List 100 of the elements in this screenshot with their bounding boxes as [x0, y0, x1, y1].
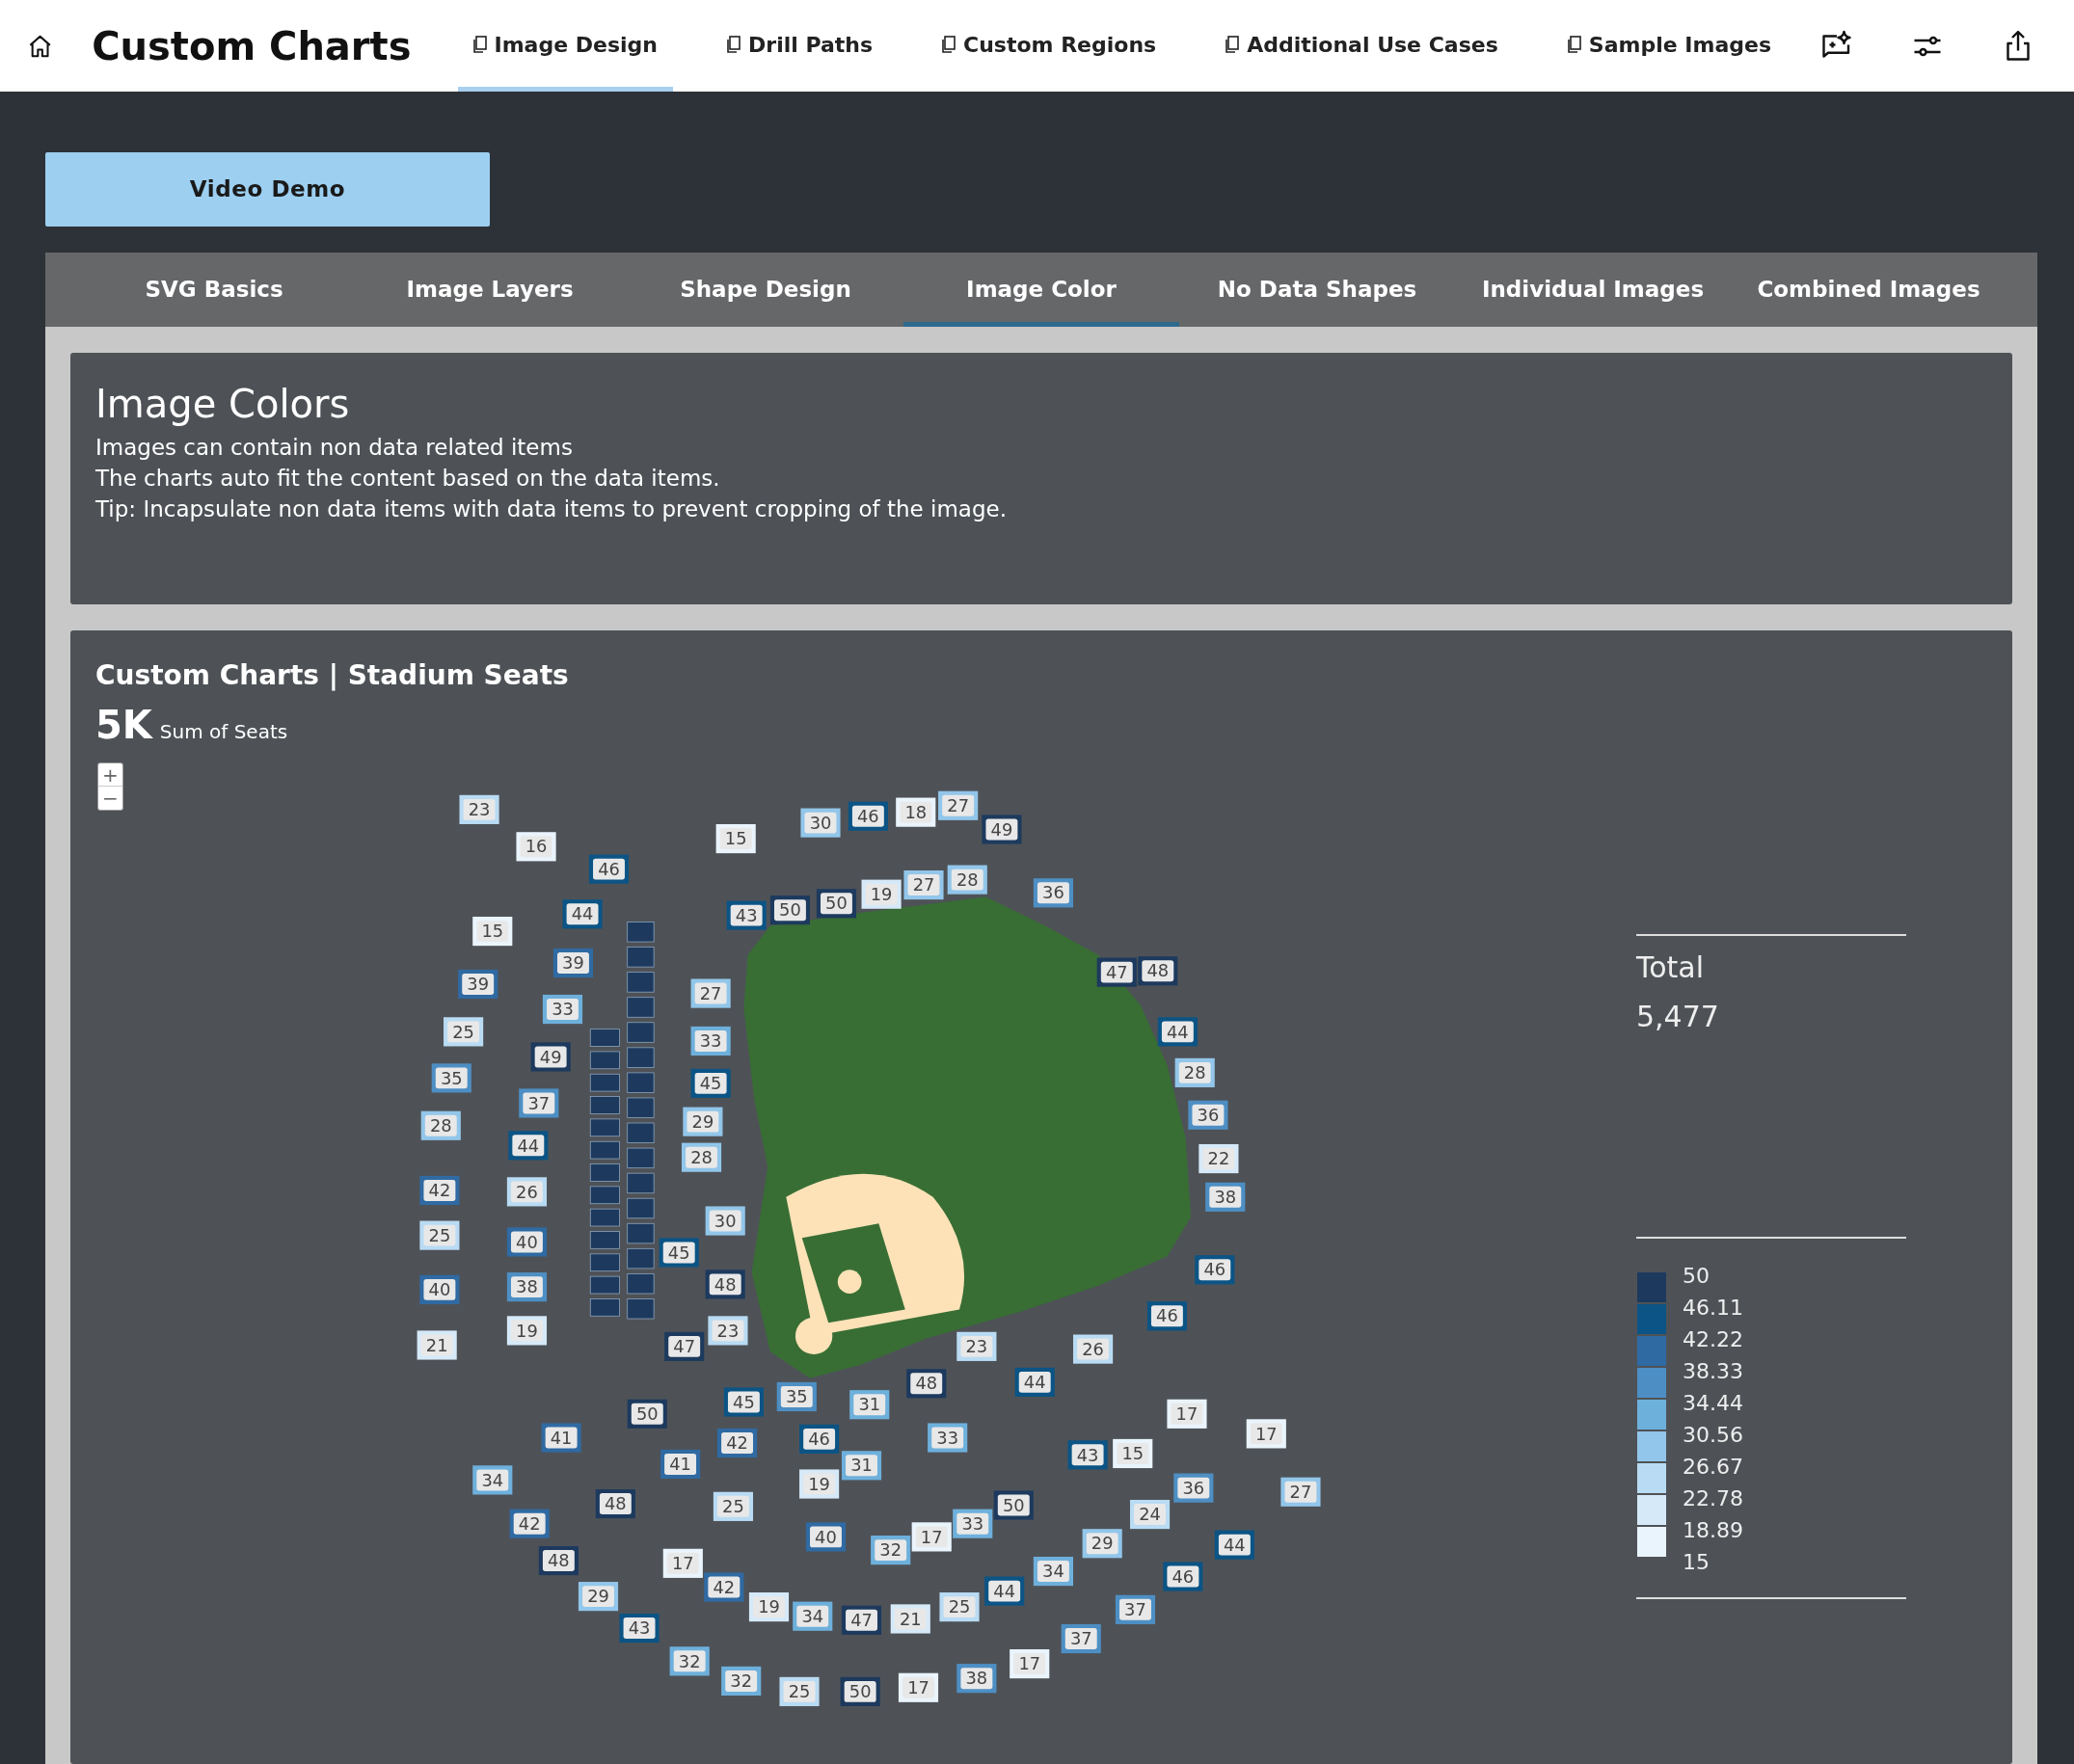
- seat-section[interactable]: 28: [947, 865, 987, 895]
- seat-section[interactable]: 48: [906, 1369, 947, 1399]
- seat-block[interactable]: [589, 1096, 620, 1114]
- seat-section[interactable]: 17: [1010, 1649, 1050, 1679]
- seat-section[interactable]: 39: [458, 969, 498, 1000]
- seat-section[interactable]: 28: [681, 1142, 722, 1172]
- seat-section[interactable]: 35: [776, 1381, 817, 1412]
- seat-section[interactable]: 43: [726, 900, 767, 930]
- seat-section[interactable]: 17: [898, 1672, 939, 1702]
- seat-section[interactable]: 17: [911, 1522, 952, 1552]
- seat-section[interactable]: 36: [1188, 1100, 1228, 1130]
- seat-section[interactable]: 48: [595, 1489, 635, 1519]
- seat-section[interactable]: 31: [849, 1390, 890, 1420]
- seat-section[interactable]: 25: [419, 1220, 460, 1250]
- seat-block[interactable]: [627, 922, 655, 943]
- seat-section[interactable]: 44: [1214, 1530, 1254, 1560]
- seat-block[interactable]: [627, 1197, 655, 1219]
- seat-section[interactable]: 19: [861, 879, 902, 909]
- seat-section[interactable]: 48: [1138, 956, 1178, 986]
- seat-section[interactable]: 47: [841, 1605, 882, 1635]
- seat-section[interactable]: 42: [509, 1509, 550, 1538]
- seat-section[interactable]: 38: [506, 1272, 547, 1302]
- seat-section[interactable]: 25: [939, 1592, 980, 1622]
- seat-section[interactable]: 45: [659, 1238, 699, 1268]
- seat-section[interactable]: 30: [800, 808, 841, 838]
- seat-section[interactable]: 47: [664, 1331, 705, 1361]
- seat-section[interactable]: 23: [708, 1316, 748, 1346]
- seat-section[interactable]: 31: [841, 1451, 882, 1481]
- seat-section[interactable]: 37: [1115, 1594, 1156, 1624]
- seat-section[interactable]: 49: [982, 815, 1022, 844]
- seat-section[interactable]: 17: [662, 1548, 703, 1578]
- seat-section[interactable]: 21: [890, 1604, 930, 1634]
- seat-section[interactable]: 45: [723, 1387, 764, 1417]
- seat-section[interactable]: 35: [431, 1063, 471, 1093]
- seat-section[interactable]: 18: [896, 797, 936, 827]
- seat-section[interactable]: 46: [799, 1424, 840, 1454]
- seat-section[interactable]: 34: [472, 1465, 513, 1495]
- seat-section[interactable]: 50: [769, 895, 810, 925]
- seat-section[interactable]: 26: [1073, 1334, 1114, 1364]
- seat-section[interactable]: 34: [793, 1601, 833, 1631]
- seat-block[interactable]: [627, 947, 655, 968]
- seat-section[interactable]: 15: [1113, 1438, 1153, 1469]
- seat-block[interactable]: [627, 1147, 655, 1169]
- seat-section[interactable]: 19: [799, 1469, 840, 1499]
- video-demo-button[interactable]: Video Demo: [45, 152, 490, 227]
- seat-section[interactable]: 42: [419, 1175, 460, 1206]
- seat-block[interactable]: [627, 972, 655, 993]
- seat-section[interactable]: 26: [506, 1177, 547, 1207]
- seat-section[interactable]: 17: [1167, 1399, 1207, 1429]
- seat-section[interactable]: 44: [1014, 1367, 1055, 1397]
- seat-section[interactable]: 38: [1205, 1182, 1246, 1212]
- seat-section[interactable]: 36: [1173, 1473, 1214, 1503]
- tab[interactable]: Combined Images: [1731, 253, 2007, 327]
- tab[interactable]: Shape Design: [628, 253, 903, 327]
- zoom-out-button[interactable]: −: [98, 787, 122, 810]
- seat-section[interactable]: 33: [953, 1509, 993, 1538]
- seat-section[interactable]: 37: [519, 1088, 559, 1118]
- seat-section[interactable]: 33: [928, 1423, 968, 1453]
- seat-section[interactable]: 42: [704, 1572, 744, 1602]
- seat-section[interactable]: 25: [444, 1017, 484, 1047]
- seat-section[interactable]: 46: [588, 854, 630, 884]
- seat-section[interactable]: 32: [721, 1666, 762, 1696]
- nav-link[interactable]: Drill Paths: [712, 0, 889, 92]
- seat-section[interactable]: 50: [993, 1490, 1034, 1520]
- nav-link[interactable]: Custom Regions: [927, 0, 1172, 92]
- seat-section[interactable]: 46: [1146, 1301, 1187, 1331]
- seat-section[interactable]: 21: [417, 1330, 457, 1360]
- seat-section[interactable]: 33: [690, 1026, 731, 1056]
- seat-section[interactable]: 19: [748, 1592, 790, 1622]
- seat-section[interactable]: 30: [705, 1206, 745, 1236]
- seat-section[interactable]: 32: [871, 1536, 911, 1565]
- seat-section[interactable]: 50: [627, 1399, 667, 1429]
- seat-block[interactable]: [627, 1172, 655, 1194]
- tab[interactable]: No Data Shapes: [1179, 253, 1455, 327]
- seat-section[interactable]: 48: [538, 1546, 579, 1576]
- tab[interactable]: SVG Basics: [76, 253, 352, 327]
- seat-section[interactable]: 22: [1199, 1143, 1239, 1174]
- seat-block[interactable]: [627, 997, 655, 1018]
- seat-section[interactable]: 42: [717, 1428, 758, 1458]
- seat-section[interactable]: 27: [1280, 1477, 1321, 1507]
- seat-section[interactable]: 44: [1157, 1017, 1198, 1047]
- seat-section[interactable]: 46: [1195, 1255, 1235, 1285]
- zoom-in-button[interactable]: +: [98, 763, 122, 787]
- seat-section[interactable]: 44: [508, 1131, 549, 1161]
- seat-section[interactable]: 46: [848, 801, 888, 831]
- seat-section[interactable]: 15: [715, 824, 756, 854]
- seat-block[interactable]: [589, 1208, 620, 1227]
- seat-block[interactable]: [589, 1051, 620, 1070]
- seat-block[interactable]: [627, 1222, 655, 1244]
- tab[interactable]: Individual Images: [1455, 253, 1731, 327]
- nav-link[interactable]: Sample Images: [1551, 0, 1787, 92]
- seat-section[interactable]: 23: [956, 1331, 997, 1361]
- seat-section[interactable]: 41: [660, 1449, 701, 1480]
- seat-section[interactable]: 23: [459, 794, 499, 824]
- seat-block[interactable]: [627, 1072, 655, 1093]
- seat-section[interactable]: 24: [1130, 1500, 1171, 1530]
- seat-block[interactable]: [589, 1073, 620, 1092]
- seat-section[interactable]: 47: [1096, 957, 1137, 987]
- seat-section[interactable]: 28: [420, 1110, 461, 1140]
- seat-section[interactable]: 40: [419, 1274, 460, 1304]
